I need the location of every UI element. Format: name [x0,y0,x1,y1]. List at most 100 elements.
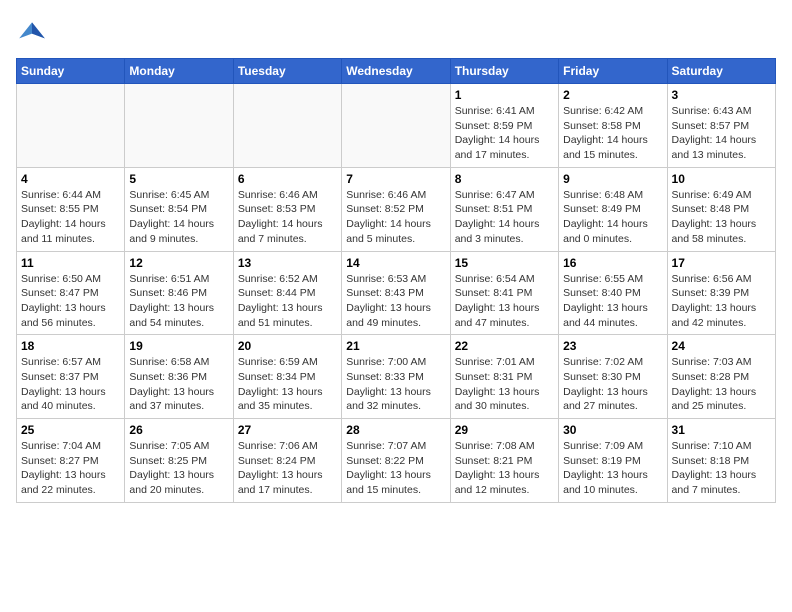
day-info: Sunrise: 6:46 AM Sunset: 8:52 PM Dayligh… [346,188,445,247]
day-info: Sunrise: 7:02 AM Sunset: 8:30 PM Dayligh… [563,355,662,414]
calendar-cell: 22 Sunrise: 7:01 AM Sunset: 8:31 PM Dayli… [450,335,558,419]
day-info: Sunrise: 7:00 AM Sunset: 8:33 PM Dayligh… [346,355,445,414]
calendar-cell: 21 Sunrise: 7:00 AM Sunset: 8:33 PM Dayli… [342,335,450,419]
day-number: 2 [563,88,662,102]
day-number: 13 [238,256,337,270]
day-number: 5 [129,172,228,186]
calendar-cell: 16 Sunrise: 6:55 AM Sunset: 8:40 PM Dayli… [559,251,667,335]
calendar-cell: 27Sunrise: 7:06 AM Sunset: 8:24 PM Dayli… [233,419,341,503]
day-info: Sunrise: 6:52 AM Sunset: 8:44 PM Dayligh… [238,272,337,331]
weekday-header-wednesday: Wednesday [342,59,450,84]
calendar-cell: 3 Sunrise: 6:43 AM Sunset: 8:57 PM Daylig… [667,84,775,168]
day-number: 29 [455,423,554,437]
day-number: 30 [563,423,662,437]
day-number: 26 [129,423,228,437]
calendar-cell: 11 Sunrise: 6:50 AM Sunset: 8:47 PM Dayli… [17,251,125,335]
day-info: Sunrise: 7:03 AM Sunset: 8:28 PM Dayligh… [672,355,771,414]
calendar-cell: 1 Sunrise: 6:41 AM Sunset: 8:59 PM Daylig… [450,84,558,168]
day-number: 27 [238,423,337,437]
day-number: 18 [21,339,120,353]
weekday-header-tuesday: Tuesday [233,59,341,84]
calendar-cell [125,84,233,168]
day-number: 4 [21,172,120,186]
calendar-cell [17,84,125,168]
day-info: Sunrise: 6:53 AM Sunset: 8:43 PM Dayligh… [346,272,445,331]
day-info: Sunrise: 6:57 AM Sunset: 8:37 PM Dayligh… [21,355,120,414]
calendar-cell: 29 Sunrise: 7:08 AM Sunset: 8:21 PM Dayli… [450,419,558,503]
calendar-cell: 12 Sunrise: 6:51 AM Sunset: 8:46 PM Dayli… [125,251,233,335]
weekday-header-monday: Monday [125,59,233,84]
calendar-cell: 4Sunrise: 6:44 AM Sunset: 8:55 PM Daylig… [17,167,125,251]
day-number: 25 [21,423,120,437]
day-info: Sunrise: 6:42 AM Sunset: 8:58 PM Dayligh… [563,104,662,163]
day-number: 11 [21,256,120,270]
day-number: 14 [346,256,445,270]
week-row-3: 11 Sunrise: 6:50 AM Sunset: 8:47 PM Dayli… [17,251,776,335]
day-number: 3 [672,88,771,102]
calendar-cell: 13 Sunrise: 6:52 AM Sunset: 8:44 PM Dayli… [233,251,341,335]
day-number: 19 [129,339,228,353]
day-info: Sunrise: 7:10 AM Sunset: 8:18 PM Dayligh… [672,439,771,498]
week-row-2: 4Sunrise: 6:44 AM Sunset: 8:55 PM Daylig… [17,167,776,251]
day-number: 10 [672,172,771,186]
day-number: 31 [672,423,771,437]
day-info: Sunrise: 6:47 AM Sunset: 8:51 PM Dayligh… [455,188,554,247]
day-info: Sunrise: 6:48 AM Sunset: 8:49 PM Dayligh… [563,188,662,247]
calendar-cell: 28 Sunrise: 7:07 AM Sunset: 8:22 PM Dayli… [342,419,450,503]
day-info: Sunrise: 6:43 AM Sunset: 8:57 PM Dayligh… [672,104,771,163]
day-info: Sunrise: 6:55 AM Sunset: 8:40 PM Dayligh… [563,272,662,331]
day-number: 16 [563,256,662,270]
calendar-cell: 26 Sunrise: 7:05 AM Sunset: 8:25 PM Dayli… [125,419,233,503]
day-number: 28 [346,423,445,437]
calendar-cell: 18 Sunrise: 6:57 AM Sunset: 8:37 PM Dayli… [17,335,125,419]
calendar-cell: 5Sunrise: 6:45 AM Sunset: 8:54 PM Daylig… [125,167,233,251]
calendar-cell: 6Sunrise: 6:46 AM Sunset: 8:53 PM Daylig… [233,167,341,251]
logo [16,16,52,48]
day-info: Sunrise: 6:46 AM Sunset: 8:53 PM Dayligh… [238,188,337,247]
day-number: 8 [455,172,554,186]
calendar-cell: 14 Sunrise: 6:53 AM Sunset: 8:43 PM Dayli… [342,251,450,335]
day-info: Sunrise: 6:54 AM Sunset: 8:41 PM Dayligh… [455,272,554,331]
day-info: Sunrise: 6:51 AM Sunset: 8:46 PM Dayligh… [129,272,228,331]
calendar-cell: 17Sunrise: 6:56 AM Sunset: 8:39 PM Dayli… [667,251,775,335]
day-info: Sunrise: 6:59 AM Sunset: 8:34 PM Dayligh… [238,355,337,414]
week-row-4: 18 Sunrise: 6:57 AM Sunset: 8:37 PM Dayli… [17,335,776,419]
day-info: Sunrise: 7:01 AM Sunset: 8:31 PM Dayligh… [455,355,554,414]
week-row-5: 25 Sunrise: 7:04 AM Sunset: 8:27 PM Dayli… [17,419,776,503]
day-number: 21 [346,339,445,353]
calendar-cell: 15 Sunrise: 6:54 AM Sunset: 8:41 PM Dayli… [450,251,558,335]
day-number: 24 [672,339,771,353]
weekday-header-friday: Friday [559,59,667,84]
day-info: Sunrise: 6:50 AM Sunset: 8:47 PM Dayligh… [21,272,120,331]
day-info: Sunrise: 7:04 AM Sunset: 8:27 PM Dayligh… [21,439,120,498]
day-info: Sunrise: 7:07 AM Sunset: 8:22 PM Dayligh… [346,439,445,498]
calendar-cell: 31 Sunrise: 7:10 AM Sunset: 8:18 PM Dayli… [667,419,775,503]
weekday-header-row: SundayMondayTuesdayWednesdayThursdayFrid… [17,59,776,84]
calendar-cell: 2 Sunrise: 6:42 AM Sunset: 8:58 PM Daylig… [559,84,667,168]
weekday-header-saturday: Saturday [667,59,775,84]
day-number: 12 [129,256,228,270]
day-number: 23 [563,339,662,353]
calendar-cell: 30Sunrise: 7:09 AM Sunset: 8:19 PM Dayli… [559,419,667,503]
calendar-cell [233,84,341,168]
calendar-table: SundayMondayTuesdayWednesdayThursdayFrid… [16,58,776,503]
day-info: Sunrise: 6:58 AM Sunset: 8:36 PM Dayligh… [129,355,228,414]
weekday-header-thursday: Thursday [450,59,558,84]
calendar-cell: 8 Sunrise: 6:47 AM Sunset: 8:51 PM Daylig… [450,167,558,251]
page-header [16,16,776,48]
calendar-cell: 19 Sunrise: 6:58 AM Sunset: 8:36 PM Dayli… [125,335,233,419]
day-number: 1 [455,88,554,102]
weekday-header-sunday: Sunday [17,59,125,84]
day-info: Sunrise: 7:08 AM Sunset: 8:21 PM Dayligh… [455,439,554,498]
day-number: 22 [455,339,554,353]
calendar-cell: 23 Sunrise: 7:02 AM Sunset: 8:30 PM Dayli… [559,335,667,419]
calendar-cell: 25 Sunrise: 7:04 AM Sunset: 8:27 PM Dayli… [17,419,125,503]
calendar-cell: 24 Sunrise: 7:03 AM Sunset: 8:28 PM Dayli… [667,335,775,419]
calendar-cell [342,84,450,168]
day-info: Sunrise: 7:05 AM Sunset: 8:25 PM Dayligh… [129,439,228,498]
day-info: Sunrise: 6:41 AM Sunset: 8:59 PM Dayligh… [455,104,554,163]
day-number: 15 [455,256,554,270]
logo-icon [16,16,48,48]
calendar-cell: 10Sunrise: 6:49 AM Sunset: 8:48 PM Dayli… [667,167,775,251]
day-number: 9 [563,172,662,186]
